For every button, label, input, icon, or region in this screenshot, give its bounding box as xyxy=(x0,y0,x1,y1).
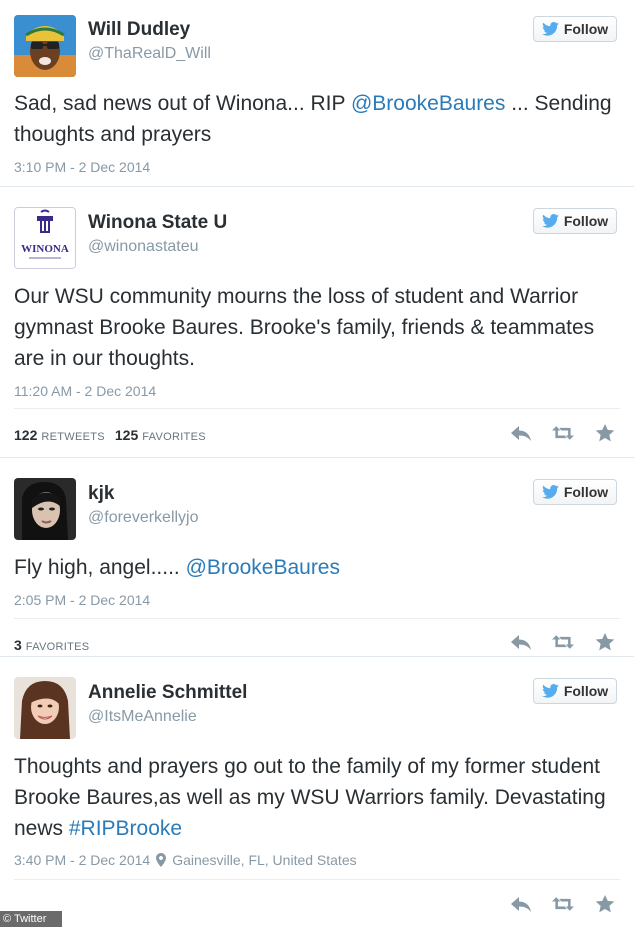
tweet-text: Sad, sad news out of Winona... RIP @Broo… xyxy=(14,88,624,150)
reply-icon[interactable] xyxy=(510,633,532,651)
timestamp[interactable]: 3:10 PM - 2 Dec 2014 xyxy=(14,159,150,175)
follow-button[interactable]: Follow xyxy=(533,208,617,234)
author-name[interactable]: Annelie Schmittel xyxy=(88,682,247,704)
author-handle[interactable]: @winonastateu xyxy=(88,238,199,256)
tweet-kjk: kjk @foreverkellyjo Follow Fly high, ang… xyxy=(0,458,634,657)
author-name[interactable]: Winona State U xyxy=(88,212,227,234)
tweet-actions xyxy=(510,895,616,913)
author-name[interactable]: kjk xyxy=(88,483,114,505)
divider xyxy=(14,618,620,619)
avatar[interactable] xyxy=(14,677,76,739)
follow-label: Follow xyxy=(563,213,609,229)
follow-label: Follow xyxy=(563,21,609,37)
timestamp-text[interactable]: 3:40 PM - 2 Dec 2014 xyxy=(14,852,150,868)
follow-label: Follow xyxy=(563,683,609,699)
tweet-text: Our WSU community mourns the loss of stu… xyxy=(14,281,624,374)
favorites-label[interactable]: FAVORITES xyxy=(26,641,90,653)
location-pin-icon xyxy=(156,853,167,867)
retweet-count[interactable]: 122 xyxy=(14,427,37,443)
text-segment: Fly high, angel..... xyxy=(14,556,186,579)
hashtag-link[interactable]: #RIPBrooke xyxy=(69,817,182,840)
favorite-count-link[interactable]: 3 FAVORITES xyxy=(14,637,90,653)
follow-button[interactable]: Follow xyxy=(533,479,617,505)
follow-button[interactable]: Follow xyxy=(533,678,617,704)
avatar[interactable]: WINONA xyxy=(14,207,76,269)
twitter-bird-icon xyxy=(541,214,559,228)
reply-icon[interactable] xyxy=(510,424,532,442)
tweet-text: Fly high, angel..... @BrookeBaures xyxy=(14,552,624,583)
mention-link[interactable]: @BrookeBaures xyxy=(186,556,340,579)
image-credit: © Twitter xyxy=(0,911,62,927)
avatar[interactable] xyxy=(14,478,76,540)
retweet-icon[interactable] xyxy=(552,424,574,442)
avatar[interactable] xyxy=(14,15,76,77)
author-name[interactable]: Will Dudley xyxy=(88,19,190,41)
reply-icon[interactable] xyxy=(510,895,532,913)
tweet-actions xyxy=(510,633,616,651)
mention-link[interactable]: @BrookeBaures xyxy=(351,92,505,115)
retweets-label[interactable]: RETWEETS xyxy=(41,431,105,443)
retweet-count-link[interactable]: 122 RETWEETS xyxy=(14,427,105,443)
favorite-count[interactable]: 125 xyxy=(115,427,138,443)
text-segment: Our WSU community mourns the loss of stu… xyxy=(14,285,595,370)
divider xyxy=(14,879,620,880)
follow-label: Follow xyxy=(563,484,609,500)
twitter-bird-icon xyxy=(541,684,559,698)
twitter-bird-icon xyxy=(541,22,559,36)
timestamp-text[interactable]: 2:05 PM - 2 Dec 2014 xyxy=(14,592,150,608)
author-handle[interactable]: @foreverkellyjo xyxy=(88,509,199,527)
timestamp[interactable]: 2:05 PM - 2 Dec 2014 xyxy=(14,592,150,608)
author-handle[interactable]: @ThaRealD_Will xyxy=(88,45,211,63)
timestamp-text[interactable]: 3:10 PM - 2 Dec 2014 xyxy=(14,159,150,175)
divider xyxy=(14,408,620,409)
twitter-bird-icon xyxy=(541,485,559,499)
tweet-stats: 3 FAVORITES xyxy=(14,637,89,653)
tweet-winona-state: WINONA Winona State U @winonastateu Foll… xyxy=(0,187,634,458)
avatar-logo-text: WINONA xyxy=(21,243,69,255)
retweet-icon[interactable] xyxy=(552,895,574,913)
tweet-text: Thoughts and prayers go out to the famil… xyxy=(14,751,624,844)
favorite-count[interactable]: 3 xyxy=(14,637,22,653)
retweet-icon[interactable] xyxy=(552,633,574,651)
author-handle[interactable]: @ItsMeAnnelie xyxy=(88,708,197,726)
tweet-meta: 3:40 PM - 2 Dec 2014 Gainesville, FL, Un… xyxy=(14,852,357,868)
favorite-star-icon[interactable] xyxy=(594,424,616,442)
location-text[interactable]: Gainesville, FL, United States xyxy=(172,852,356,868)
favorites-label[interactable]: FAVORITES xyxy=(142,431,206,443)
timestamp-text[interactable]: 11:20 AM - 2 Dec 2014 xyxy=(14,383,156,399)
favorite-count-link[interactable]: 125 FAVORITES xyxy=(115,427,206,443)
follow-button[interactable]: Follow xyxy=(533,16,617,42)
favorite-star-icon[interactable] xyxy=(594,895,616,913)
favorite-star-icon[interactable] xyxy=(594,633,616,651)
tweet-annelie-schmittel: Annelie Schmittel @ItsMeAnnelie Follow T… xyxy=(0,657,634,927)
tweet-will-dudley: Will Dudley @ThaRealD_Will Follow Sad, s… xyxy=(0,0,634,187)
text-segment: Sad, sad news out of Winona... RIP xyxy=(14,92,351,115)
tweet-stats: 122 RETWEETS 125 FAVORITES xyxy=(14,427,206,443)
tweet-actions xyxy=(510,424,616,442)
timestamp[interactable]: 11:20 AM - 2 Dec 2014 xyxy=(14,383,156,399)
